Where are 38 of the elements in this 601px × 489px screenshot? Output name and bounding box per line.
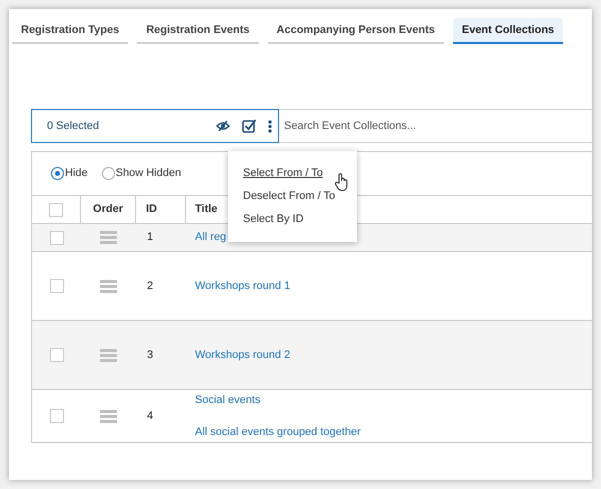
drag-handle-icon[interactable] bbox=[100, 231, 117, 244]
hand-cursor-icon bbox=[335, 173, 349, 191]
radio-label: Hide bbox=[65, 166, 88, 182]
radio-button[interactable] bbox=[102, 167, 115, 180]
checkbox-icon[interactable] bbox=[242, 119, 256, 133]
drag-handle-icon[interactable] bbox=[100, 348, 117, 362]
menu-item[interactable]: Deselect From / To bbox=[243, 188, 357, 205]
title-link[interactable]: Workshops round 2 bbox=[195, 346, 592, 364]
id-cell-text: 1 bbox=[147, 230, 154, 246]
column-header: Order bbox=[93, 202, 123, 218]
tab[interactable]: Event Collections bbox=[452, 18, 564, 44]
title-link[interactable]: Workshops round 1 bbox=[195, 278, 592, 294]
id-cell-text: 3 bbox=[147, 348, 154, 363]
menu-item[interactable]: Select From / To bbox=[243, 165, 357, 182]
tab[interactable]: Registration Events bbox=[137, 18, 259, 44]
column-header: Title bbox=[195, 202, 218, 218]
description-link[interactable]: All social events grouped together bbox=[195, 424, 592, 440]
id-cell-text: 4 bbox=[147, 408, 154, 424]
drag-handle-icon[interactable] bbox=[100, 410, 117, 422]
checkbox[interactable] bbox=[50, 409, 64, 423]
title-link[interactable]: Social events bbox=[195, 392, 592, 408]
tab[interactable]: Registration Types bbox=[12, 18, 128, 44]
radio-button[interactable] bbox=[51, 167, 64, 180]
tab[interactable]: Accompanying Person Events bbox=[268, 18, 444, 44]
checkbox[interactable] bbox=[50, 230, 64, 244]
selected-count: 0 Selected bbox=[47, 118, 100, 134]
hidden-eye-icon[interactable] bbox=[216, 121, 230, 131]
checkbox[interactable] bbox=[50, 348, 64, 362]
id-cell-text: 2 bbox=[147, 278, 154, 294]
radio-label: Show Hidden bbox=[116, 166, 182, 182]
drag-handle-icon[interactable] bbox=[100, 280, 117, 292]
checkbox[interactable] bbox=[50, 279, 64, 293]
column-header: ID bbox=[146, 202, 157, 218]
menu-item[interactable]: Select By ID bbox=[243, 211, 357, 228]
checkbox[interactable] bbox=[49, 202, 63, 216]
search-field[interactable]: Search Event Collections... bbox=[279, 109, 592, 143]
more-options-icon[interactable] bbox=[268, 120, 272, 132]
title-link[interactable]: All reg bbox=[195, 229, 592, 246]
